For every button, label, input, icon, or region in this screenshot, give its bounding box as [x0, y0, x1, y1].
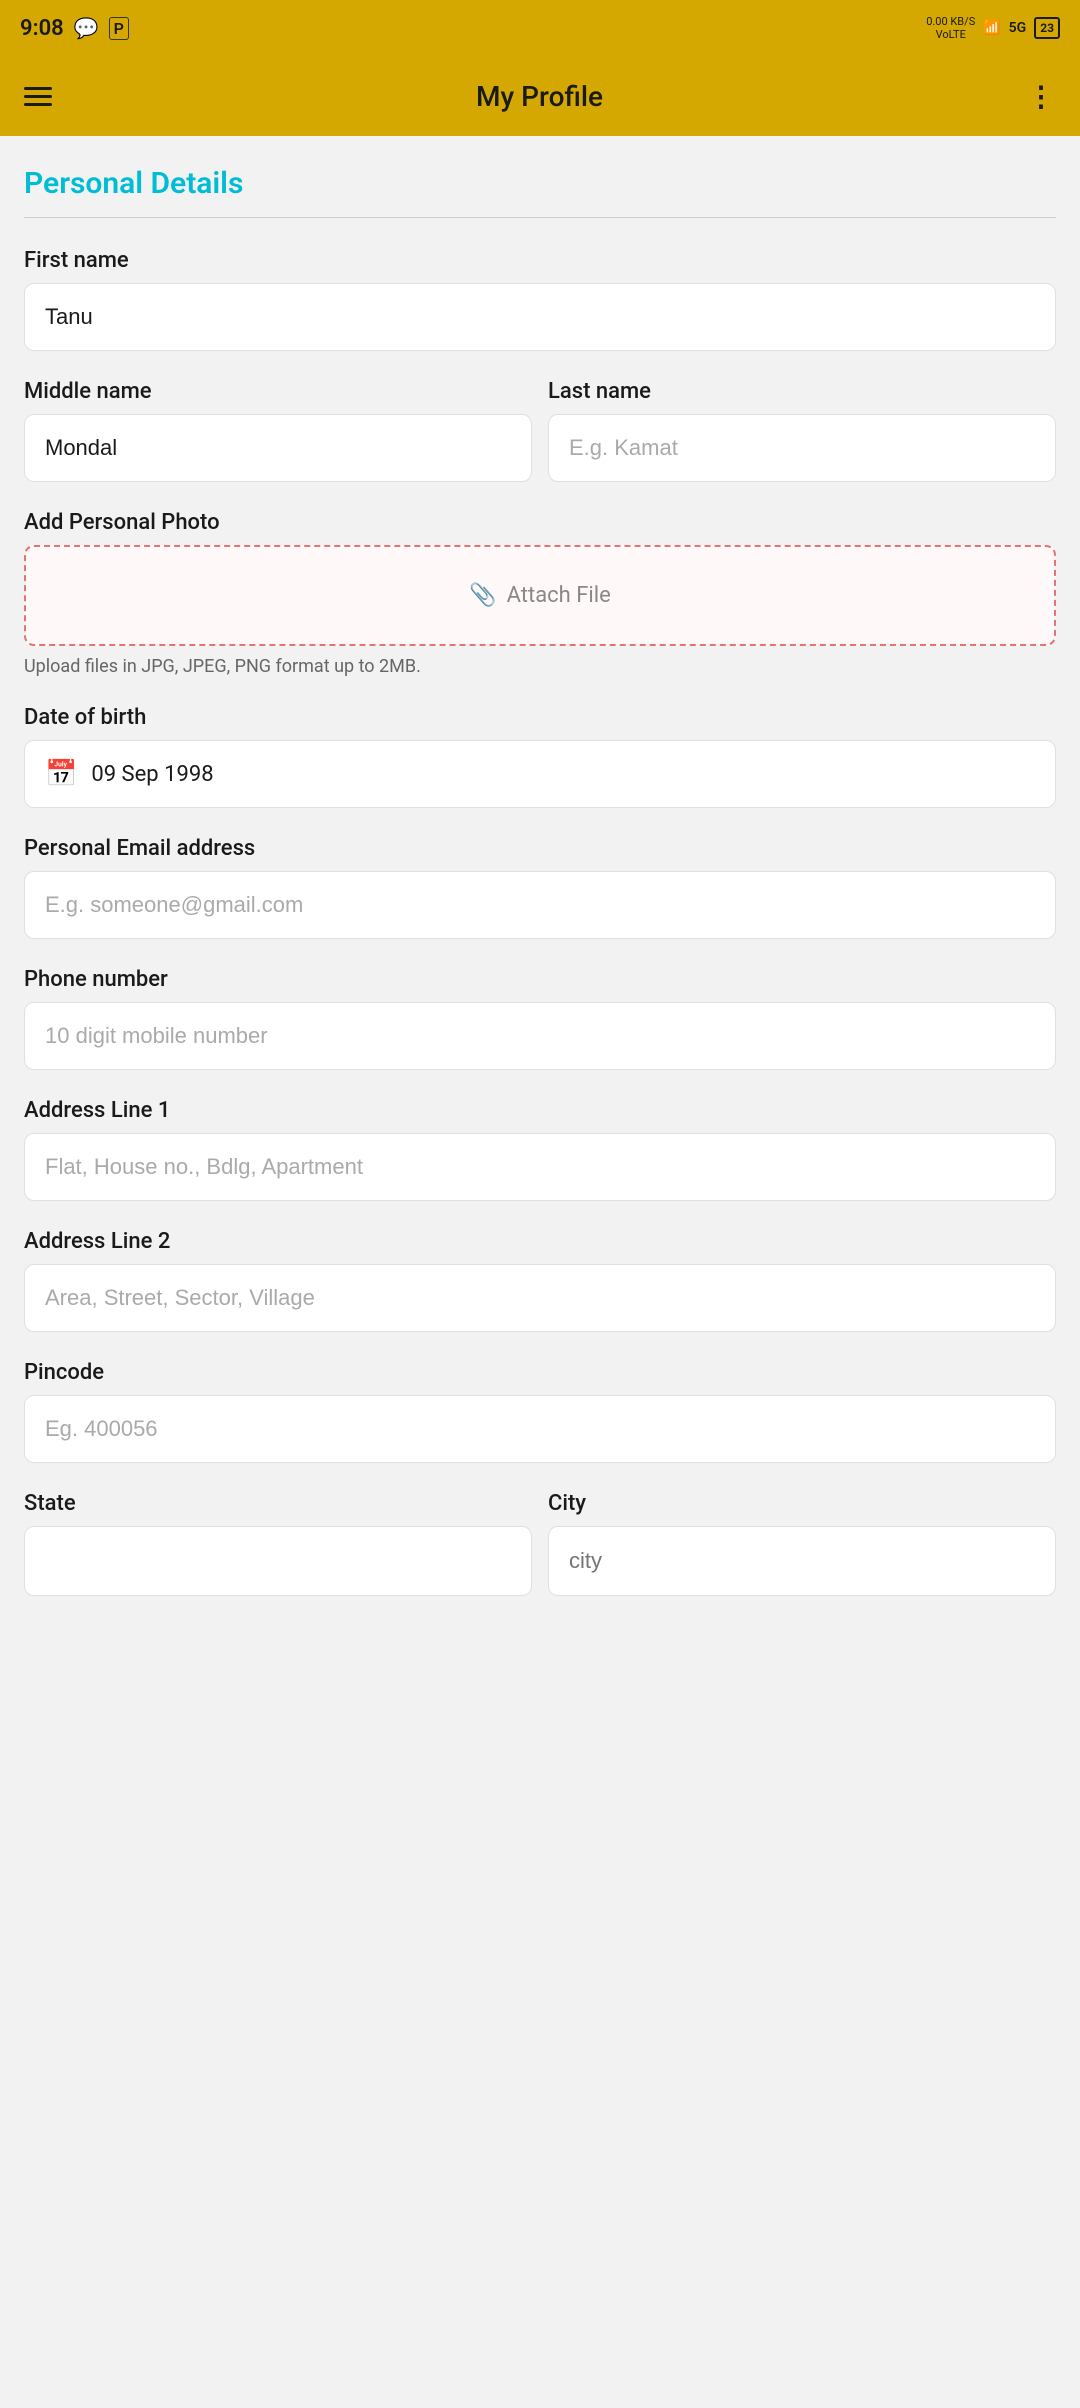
battery-indicator: 23	[1034, 17, 1060, 39]
time-display: 9:08	[20, 16, 64, 41]
email-label: Personal Email address	[24, 836, 1056, 861]
last-name-label: Last name	[548, 379, 1056, 404]
dob-value: 09 Sep 1998	[91, 762, 213, 787]
last-name-input[interactable]	[548, 414, 1056, 482]
phone-group: Phone number	[24, 967, 1056, 1070]
section-title: Personal Details	[24, 166, 1056, 201]
signal-bars-icon: 📶	[983, 20, 1000, 36]
pincode-group: Pincode	[24, 1360, 1056, 1463]
network-data: 0.00 KB/S VoLTE	[926, 15, 975, 41]
address2-input[interactable]	[24, 1264, 1056, 1332]
hamburger-line-3	[24, 103, 52, 106]
address2-group: Address Line 2	[24, 1229, 1056, 1332]
state-label: State	[24, 1491, 532, 1516]
email-group: Personal Email address	[24, 836, 1056, 939]
upload-hint: Upload files in JPG, JPEG, PNG format up…	[24, 656, 1056, 677]
hamburger-line-2	[24, 95, 52, 98]
first-name-label: First name	[24, 248, 1056, 273]
middle-name-input[interactable]	[24, 414, 532, 482]
file-upload-area[interactable]: 📎 Attach File	[24, 545, 1056, 646]
status-bar: 9:08 💬 P 0.00 KB/S VoLTE 📶 5G 23	[0, 0, 1080, 56]
state-city-row: State City	[24, 1491, 1056, 1624]
address2-label: Address Line 2	[24, 1229, 1056, 1254]
network-mode: 5G	[1009, 20, 1027, 36]
main-content: Personal Details First name Middle name …	[0, 136, 1080, 1664]
paperclip-icon: 📎	[469, 583, 496, 608]
middle-name-label: Middle name	[24, 379, 532, 404]
dob-label: Date of birth	[24, 705, 1056, 730]
address1-group: Address Line 1	[24, 1098, 1056, 1201]
city-label: City	[548, 1491, 1056, 1516]
city-input[interactable]	[548, 1526, 1056, 1596]
pincode-label: Pincode	[24, 1360, 1056, 1385]
divider	[24, 217, 1056, 218]
first-name-input[interactable]	[24, 283, 1056, 351]
middle-name-group: Middle name	[24, 379, 532, 482]
photo-group: Add Personal Photo 📎 Attach File Upload …	[24, 510, 1056, 677]
first-name-group: First name	[24, 248, 1056, 351]
city-group: City	[548, 1491, 1056, 1596]
app-header: My Profile ⋮	[0, 56, 1080, 136]
dob-group: Date of birth 📅 09 Sep 1998	[24, 705, 1056, 808]
page-title: My Profile	[476, 80, 603, 113]
volte-label: VoLTE	[926, 28, 975, 41]
dob-input[interactable]: 📅 09 Sep 1998	[24, 740, 1056, 808]
address1-input[interactable]	[24, 1133, 1056, 1201]
attach-label: Attach File	[507, 583, 611, 608]
more-options-button[interactable]: ⋮	[1027, 80, 1056, 113]
address1-label: Address Line 1	[24, 1098, 1056, 1123]
status-right: 0.00 KB/S VoLTE 📶 5G 23	[926, 15, 1060, 41]
status-left: 9:08 💬 P	[20, 16, 129, 41]
hamburger-menu-button[interactable]	[24, 87, 52, 106]
phone-label: Phone number	[24, 967, 1056, 992]
hamburger-line-1	[24, 87, 52, 90]
name-row: Middle name Last name	[24, 379, 1056, 510]
photo-label: Add Personal Photo	[24, 510, 1056, 535]
state-input[interactable]	[24, 1526, 532, 1596]
pincode-input[interactable]	[24, 1395, 1056, 1463]
state-group: State	[24, 1491, 532, 1596]
paytm-icon: P	[109, 17, 129, 40]
phone-input[interactable]	[24, 1002, 1056, 1070]
last-name-group: Last name	[548, 379, 1056, 482]
whatsapp-icon: 💬	[74, 16, 99, 40]
email-input[interactable]	[24, 871, 1056, 939]
calendar-icon: 📅	[45, 759, 77, 789]
attach-file-text: 📎 Attach File	[46, 583, 1034, 608]
